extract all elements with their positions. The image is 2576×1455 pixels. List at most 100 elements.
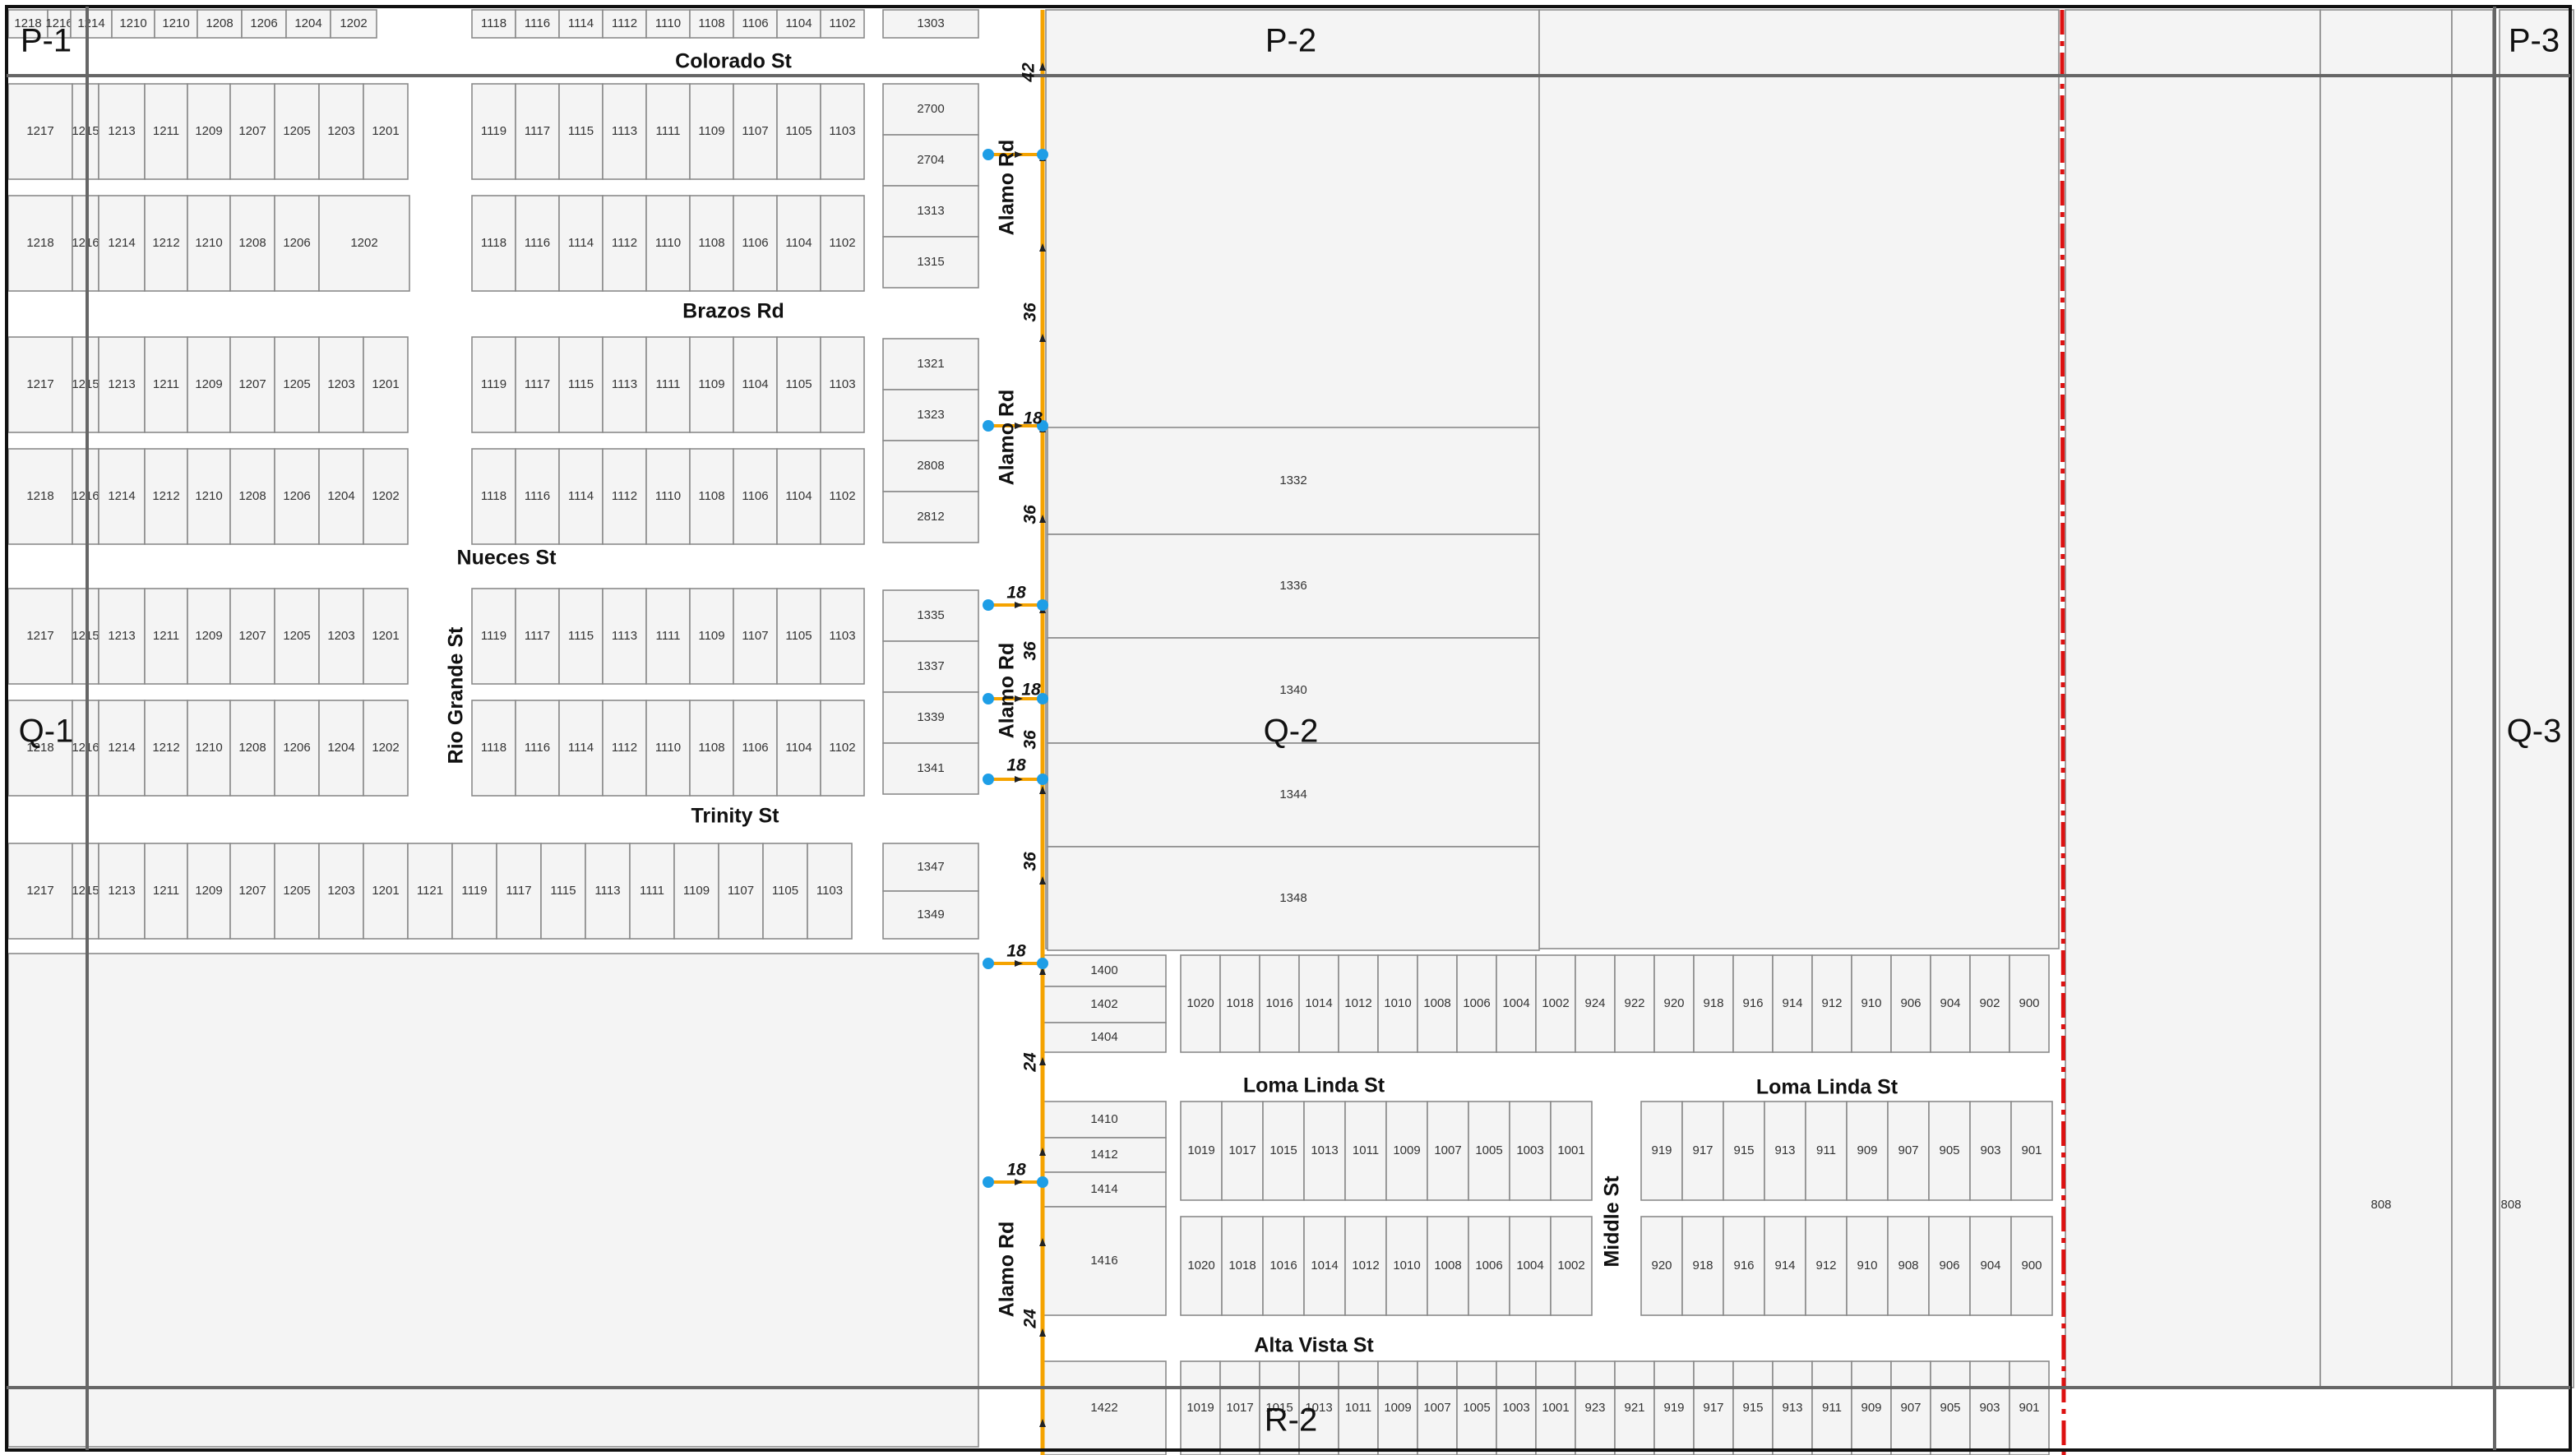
- parcel-lot[interactable]: 1207: [229, 83, 275, 180]
- parcel-lot[interactable]: 1336: [1047, 534, 1540, 639]
- parcel-lot[interactable]: 1118: [471, 700, 516, 797]
- parcel-lot[interactable]: 1204: [318, 700, 364, 797]
- parcel-lot[interactable]: 918: [1693, 954, 1734, 1053]
- parcel-lot[interactable]: 1203: [318, 588, 364, 685]
- street-label-brazos[interactable]: Brazos Rd: [682, 300, 784, 323]
- parcel-lot[interactable]: 1007: [1417, 1360, 1458, 1455]
- parcel-lot[interactable]: 1012: [1338, 954, 1379, 1053]
- parcel-lot[interactable]: 1016: [1262, 1216, 1305, 1316]
- parcel-lot[interactable]: 1008: [1417, 954, 1458, 1053]
- parcel-lot[interactable]: 1102: [820, 195, 865, 292]
- parcel-lot[interactable]: 1201: [363, 83, 409, 180]
- parcel-lot[interactable]: 1203: [318, 336, 364, 433]
- parcel-lot[interactable]: 1201: [363, 588, 409, 685]
- parcel-lot[interactable]: 1115: [558, 83, 604, 180]
- parcel-lot[interactable]: 1213: [98, 83, 146, 180]
- parcel-lot[interactable]: 1205: [274, 843, 320, 940]
- parcel-lot[interactable]: 1111: [645, 336, 691, 433]
- parcel-lot[interactable]: 901: [2010, 1101, 2053, 1201]
- parcel-lot[interactable]: 915: [1732, 1360, 1774, 1455]
- parcel-lot[interactable]: 1116: [515, 700, 560, 797]
- street-label-alamo-2[interactable]: Alamo Rd: [996, 390, 1019, 486]
- parcel-lot[interactable]: 1104: [776, 195, 821, 292]
- parcel-lot[interactable]: 1106: [733, 700, 778, 797]
- parcel-lot[interactable]: 1112: [602, 9, 647, 39]
- parcel-lot[interactable]: 1102: [820, 448, 865, 545]
- parcel-lot[interactable]: 1113: [602, 336, 647, 433]
- parcel-lot[interactable]: 1341: [882, 742, 979, 795]
- parcel-lot[interactable]: 1102: [820, 9, 865, 39]
- parcel-lot[interactable]: 908: [1887, 1216, 1930, 1316]
- parcel-lot[interactable]: 1115: [540, 843, 586, 940]
- parcel-lot[interactable]: 901: [2009, 1360, 2050, 1455]
- node-dot[interactable]: [1037, 599, 1048, 611]
- parcel-lot[interactable]: 910: [1851, 954, 1892, 1053]
- parcel-lot[interactable]: 1104: [733, 336, 778, 433]
- parcel-lot[interactable]: 1114: [558, 700, 604, 797]
- parcel-lot[interactable]: 917: [1681, 1101, 1724, 1201]
- parcel-lot[interactable]: 1206: [274, 448, 320, 545]
- node-dot[interactable]: [983, 693, 994, 704]
- parcel-lot[interactable]: 1113: [585, 843, 631, 940]
- parcel-lot[interactable]: 914: [1764, 1216, 1806, 1316]
- street-label-alta-vista[interactable]: Alta Vista St: [1254, 1334, 1374, 1357]
- map-canvas[interactable]: 1218 1216 1214 1210 1210 1208 1206 1204 1202 1118…: [0, 0, 2576, 1455]
- parcel-lot[interactable]: 1110: [645, 195, 691, 292]
- parcel-lot[interactable]: 907: [1890, 1360, 1931, 1455]
- parcel-lot[interactable]: 900: [2010, 1216, 2053, 1316]
- parcel-lot[interactable]: 1208: [197, 9, 243, 39]
- parcel-lot[interactable]: 1201: [363, 843, 409, 940]
- street-label-alamo-3[interactable]: Alamo Rd: [996, 643, 1019, 739]
- parcel-lot[interactable]: 1117: [496, 843, 542, 940]
- parcel-lot[interactable]: 1005: [1468, 1101, 1510, 1201]
- parcel-lot[interactable]: 1001: [1550, 1101, 1593, 1201]
- parcel-lot[interactable]: 1214: [98, 448, 146, 545]
- parcel-lot[interactable]: 1205: [274, 83, 320, 180]
- parcel-lot[interactable]: 1009: [1385, 1101, 1428, 1201]
- parcel-lot[interactable]: 1109: [689, 588, 734, 685]
- parcel-lot[interactable]: 1210: [154, 9, 198, 39]
- parcel-lot[interactable]: 912: [1811, 954, 1852, 1053]
- parcel-lot[interactable]: 1214: [98, 195, 146, 292]
- parcel-lot[interactable]: 1203: [318, 843, 364, 940]
- parcel-southwest[interactable]: [7, 953, 979, 1448]
- parcel-lot[interactable]: 909: [1851, 1360, 1892, 1455]
- parcel-lot[interactable]: 1400: [1042, 954, 1167, 987]
- parcel-lot[interactable]: 1119: [471, 83, 516, 180]
- parcel-lot[interactable]: 1014: [1298, 954, 1339, 1053]
- parcel-lot[interactable]: 1114: [558, 9, 604, 39]
- parcel-lot[interactable]: 1119: [451, 843, 497, 940]
- parcel-lot[interactable]: 1416: [1042, 1206, 1167, 1316]
- parcel-lot[interactable]: 1121: [407, 843, 453, 940]
- node-dot[interactable]: [983, 1176, 994, 1188]
- parcel-lot[interactable]: 1218: [7, 448, 73, 545]
- parcel-lot[interactable]: 1017: [1219, 1360, 1260, 1455]
- parcel-east-4[interactable]: [2499, 9, 2574, 1388]
- parcel-lot[interactable]: 1104: [776, 700, 821, 797]
- parcel-lot[interactable]: 1109: [689, 336, 734, 433]
- parcel-lot[interactable]: 1211: [144, 83, 188, 180]
- parcel-lot[interactable]: 1118: [471, 195, 516, 292]
- parcel-lot[interactable]: 1404: [1042, 1022, 1167, 1053]
- parcel-lot[interactable]: 1107: [733, 83, 778, 180]
- parcel-lot[interactable]: 1015: [1262, 1101, 1305, 1201]
- parcel-lot[interactable]: 903: [1969, 1101, 2012, 1201]
- parcel-lot[interactable]: 1113: [602, 588, 647, 685]
- parcel-lot[interactable]: 1105: [776, 588, 821, 685]
- parcel-lot[interactable]: 1206: [241, 9, 287, 39]
- parcel-lot[interactable]: 1202: [318, 195, 410, 292]
- parcel-lot[interactable]: 1011: [1338, 1360, 1379, 1455]
- parcel-lot[interactable]: 920: [1640, 1216, 1683, 1316]
- parcel-lot[interactable]: 1206: [274, 195, 320, 292]
- parcel-lot[interactable]: 1204: [285, 9, 331, 39]
- parcel-lot[interactable]: 904: [1969, 1216, 2012, 1316]
- parcel-lot[interactable]: 1119: [471, 588, 516, 685]
- parcel-lot[interactable]: 1344: [1047, 742, 1540, 848]
- parcel-lot[interactable]: 1210: [187, 195, 231, 292]
- parcel-east-3[interactable]: [2451, 9, 2494, 1388]
- street-label-alamo-1[interactable]: Alamo Rd: [996, 140, 1019, 236]
- parcel-lot[interactable]: 1313: [882, 185, 979, 238]
- parcel-lot[interactable]: 1114: [558, 448, 604, 545]
- parcel-lot[interactable]: 905: [1928, 1101, 1971, 1201]
- parcel-lot[interactable]: 1210: [111, 9, 155, 39]
